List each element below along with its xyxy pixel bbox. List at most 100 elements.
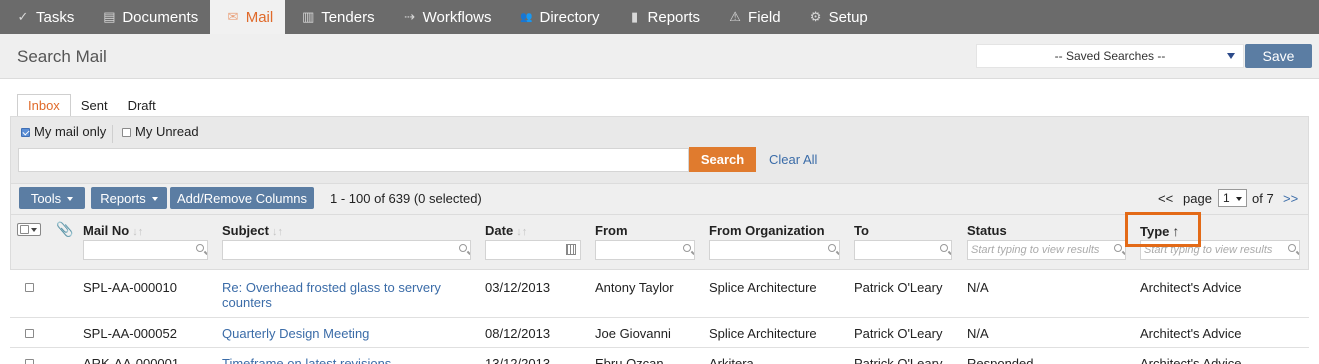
workflow-icon: ⇢	[404, 9, 416, 24]
people-icon: 👥	[520, 11, 533, 23]
result-range: 1 - 100 of 639 (0 selected)	[330, 191, 482, 206]
column-header-date[interactable]: Date ↓↑	[485, 223, 527, 238]
column-header-from[interactable]: From	[595, 223, 628, 238]
sort-icon: ↓↑	[132, 226, 144, 238]
column-label: Subject	[222, 223, 269, 238]
to-cell: Patrick O'Leary	[854, 356, 943, 364]
mail-no-filter-input[interactable]	[83, 240, 208, 260]
column-label: Date	[485, 223, 514, 238]
add-remove-columns-button[interactable]: Add/Remove Columns	[170, 187, 314, 209]
chevron-down-icon	[1227, 53, 1235, 59]
mail-no-cell: SPL-AA-000052	[83, 326, 177, 341]
type-cell: Architect's Advice	[1140, 326, 1242, 341]
subject-link[interactable]: Timeframe on latest revisions	[222, 356, 391, 364]
nav-label: Field	[748, 8, 781, 26]
tools-button[interactable]: Tools	[19, 187, 85, 209]
nav-label: Documents	[122, 8, 199, 26]
nav-documents[interactable]: ▤ Documents	[86, 0, 210, 34]
row-checkbox[interactable]	[25, 283, 34, 292]
subject-link[interactable]: Quarterly Design Meeting	[222, 326, 369, 341]
column-header-from-organization[interactable]: From Organization	[709, 223, 825, 238]
nav-reports[interactable]: ▮ Reports	[612, 0, 713, 34]
search-icon	[196, 244, 204, 252]
nav-tasks[interactable]: ✓ Tasks	[0, 0, 86, 34]
my-mail-only-checkbox[interactable]	[21, 128, 30, 137]
row-checkbox[interactable]	[25, 329, 34, 338]
nav-directory[interactable]: 👥 Directory	[504, 0, 612, 34]
to-filter-input[interactable]	[854, 240, 952, 260]
column-label: Status	[967, 223, 1007, 238]
nav-label: Mail	[245, 8, 274, 26]
type-cell: Architect's Advice	[1140, 280, 1242, 295]
sort-icon: ↓↑	[271, 226, 283, 238]
status-cell: Responded	[967, 356, 1034, 364]
document-icon: ▤	[103, 9, 116, 24]
date-filter-input[interactable]	[485, 240, 581, 260]
nav-label: Directory	[539, 8, 600, 26]
search-icon	[683, 244, 691, 252]
prev-page-link[interactable]: <<	[1158, 191, 1173, 206]
page-select-value: 1	[1223, 191, 1230, 205]
page-count: of 7	[1252, 191, 1274, 206]
to-cell: Patrick O'Leary	[854, 280, 943, 295]
page-select[interactable]: 1	[1218, 189, 1247, 207]
select-all-dropdown[interactable]	[17, 223, 41, 236]
status-filter-input[interactable]: Start typing to view results	[967, 240, 1126, 260]
column-header-status[interactable]: Status	[967, 223, 1007, 238]
column-label: To	[854, 223, 869, 238]
from-filter-input[interactable]	[595, 240, 695, 260]
sort-icon: ↓↑	[516, 226, 528, 238]
nav-tenders[interactable]: ▥ Tenders	[285, 0, 386, 34]
column-label: Mail No	[83, 223, 130, 238]
subject-link-continued[interactable]: counters	[222, 295, 272, 310]
tender-icon: ▥	[302, 9, 315, 24]
from-organization-filter-input[interactable]	[709, 240, 840, 260]
tab-draft[interactable]: Draft	[118, 94, 166, 116]
highlight-box	[1125, 212, 1201, 247]
subject-link[interactable]: Re: Overhead frosted glass to servery	[222, 280, 441, 295]
my-unread-label: My Unread	[135, 124, 199, 139]
tools-label: Tools	[30, 190, 62, 206]
bar-chart-icon: ▮	[630, 9, 639, 24]
nav-mail[interactable]: ✉ Mail	[210, 0, 286, 34]
mail-no-cell: SPL-AA-000010	[83, 280, 177, 295]
saved-searches-select[interactable]: -- Saved Searches --	[976, 44, 1244, 68]
search-input[interactable]	[18, 148, 689, 172]
tab-sent[interactable]: Sent	[71, 94, 118, 116]
search-button[interactable]: Search	[689, 147, 756, 172]
chevron-down-icon	[31, 228, 37, 232]
column-label: From Organization	[709, 223, 825, 238]
nav-field[interactable]: ⚠ Field	[712, 0, 793, 34]
search-icon	[940, 244, 948, 252]
title-bar: Search Mail -- Saved Searches --	[0, 34, 1319, 79]
status-filter-placeholder: Start typing to view results	[971, 244, 1100, 256]
reports-button[interactable]: Reports	[91, 187, 167, 209]
clear-all-link[interactable]: Clear All	[769, 152, 817, 167]
save-button[interactable]: Save	[1245, 44, 1312, 68]
nav-label: Tasks	[36, 8, 75, 26]
row-checkbox[interactable]	[25, 359, 34, 364]
subject-filter-input[interactable]	[222, 240, 471, 260]
saved-searches-value: -- Saved Searches --	[1054, 49, 1166, 63]
next-page-link[interactable]: >>	[1283, 191, 1298, 206]
column-header-to[interactable]: To	[854, 223, 869, 238]
my-unread-checkbox[interactable]	[122, 128, 131, 137]
mailbox-tabs: Inbox Sent Draft	[17, 94, 166, 116]
date-cell: 08/12/2013	[485, 326, 551, 341]
gear-icon: ⚙	[809, 9, 822, 24]
tab-inbox[interactable]: Inbox	[17, 94, 71, 116]
column-header-subject[interactable]: Subject ↓↑	[222, 223, 283, 238]
nav-label: Workflows	[422, 8, 492, 26]
status-cell: N/A	[967, 326, 989, 341]
status-cell: N/A	[967, 280, 989, 295]
chevron-down-icon	[151, 197, 158, 201]
from-cell: Ebru Ozcan	[595, 356, 664, 364]
page-title: Search Mail	[17, 47, 107, 66]
page-label: page	[1183, 191, 1212, 206]
column-header-mail-no[interactable]: Mail No ↓↑	[83, 223, 143, 238]
attachment-icon: 📎	[56, 221, 74, 237]
nav-setup[interactable]: ⚙ Setup	[793, 0, 880, 34]
chevron-down-icon	[1236, 197, 1242, 201]
mail-icon: ✉	[227, 9, 239, 24]
nav-workflows[interactable]: ⇢ Workflows	[387, 0, 504, 34]
